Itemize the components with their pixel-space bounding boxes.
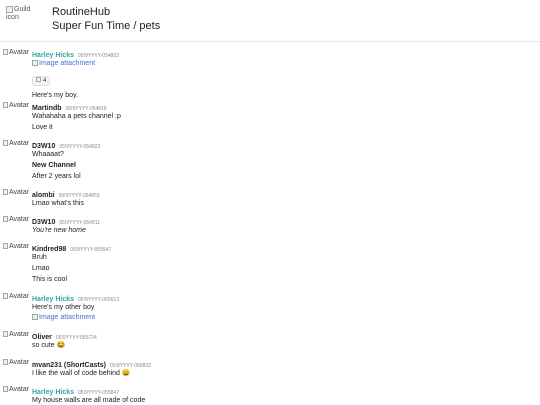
- message-text: My house walls are all made of code: [32, 397, 146, 404]
- broken-image-icon: [3, 359, 8, 365]
- avatar[interactable]: Avatar: [3, 189, 29, 197]
- message-text: Bruh: [32, 254, 47, 261]
- message-body: D3W10 05!9YYYY-054823 Whaaaat? New Channe…: [32, 139, 532, 182]
- avatar[interactable]: Avatar: [3, 331, 29, 339]
- broken-image-icon: [3, 49, 8, 55]
- broken-image-icon: [3, 386, 8, 392]
- message-text: Whaaaat?: [32, 151, 64, 158]
- author-name[interactable]: Harley Hicks: [32, 52, 74, 59]
- message-text: Here's my boy.: [32, 92, 78, 99]
- message-meta: alombi 05!9YYYY-054853: [32, 188, 532, 199]
- image-attachment[interactable]: Image attachment: [32, 59, 532, 69]
- message-meta: Martindb 05!9YYYY-054819: [32, 101, 532, 112]
- message-text: After 2 years lol: [32, 173, 81, 180]
- message-body: Oliver 05!9YYYY-055724 so cute 😂: [32, 330, 532, 351]
- message-meta: Harley Hicks 05!9YYYY-055613: [32, 292, 532, 303]
- broken-image-icon: [32, 60, 38, 66]
- message-timestamp: 05!9YYYY-055547: [70, 247, 112, 253]
- message-body: Martindb 05!9YYYY-054819 Wahahaha a pets …: [32, 101, 532, 133]
- broken-image-icon: [3, 331, 8, 337]
- broken-image-icon: [32, 314, 38, 320]
- tears-of-joy-emoji: 😂: [56, 342, 66, 349]
- message-body: Harley Hicks 05!9YYYY-055847 My house wal…: [32, 385, 532, 405]
- message-text: You're new home: [32, 227, 86, 234]
- message-text: Wahahaha a pets channel :p: [32, 113, 121, 120]
- message-meta: mvan231 (ShortCasts) 05!9YYYY-055822: [32, 358, 532, 369]
- reaction-count: 4: [43, 78, 47, 84]
- reaction-badge[interactable]: 4: [32, 76, 51, 86]
- message-text: This is cool: [32, 276, 68, 283]
- message-text: I like the wall of code behind 😄: [32, 370, 131, 377]
- message-body: Harley Hicks 05!9YYYY-054803 Image attach…: [32, 48, 532, 101]
- avatar[interactable]: Avatar: [3, 359, 29, 367]
- broken-image-icon: [3, 189, 8, 195]
- avatar[interactable]: Avatar: [3, 243, 29, 251]
- broken-image-icon: [3, 140, 8, 146]
- message-body: D3W10 05!9YYYY-054911 You're new home: [32, 215, 532, 236]
- message-meta: Kindred98 05!9YYYY-055547: [32, 242, 532, 253]
- avatar[interactable]: Avatar: [3, 386, 29, 394]
- message-meta: D3W10 05!9YYYY-054911: [32, 215, 532, 226]
- guild-icon[interactable]: Guild icon: [6, 6, 42, 34]
- channel-path: Super Fun Time / pets: [52, 20, 161, 32]
- avatar[interactable]: Avatar: [3, 102, 29, 110]
- message-meta: Harley Hicks 05!9YYYY-055847: [32, 385, 532, 396]
- message-body: alombi 05!9YYYY-054853 Lmao what's this: [32, 188, 532, 209]
- message-text: Lmao: [32, 265, 50, 272]
- message-meta: D3W10 05!9YYYY-054823: [32, 139, 532, 150]
- message-body: Kindred98 05!9YYYY-055547 Bruh Lmao This …: [32, 242, 532, 285]
- message-text: Here's my other boy: [32, 304, 95, 311]
- broken-image-icon: [3, 216, 8, 222]
- guild-name: RoutineHub: [52, 6, 111, 18]
- avatar[interactable]: Avatar: [3, 216, 29, 224]
- avatar[interactable]: Avatar: [3, 293, 29, 301]
- message-meta: Oliver 05!9YYYY-055724: [32, 330, 532, 341]
- message-text: Lmao what's this: [32, 200, 84, 207]
- broken-image-icon: [6, 6, 13, 13]
- message-body: mvan231 (ShortCasts) 05!9YYYY-055822 I li…: [32, 358, 532, 379]
- broken-image-icon: [3, 243, 8, 249]
- image-attachment[interactable]: Image attachment: [32, 313, 532, 323]
- message-body: Harley Hicks 05!9YYYY-055613 Here's my ot…: [32, 292, 532, 323]
- message-text: New Channel: [32, 162, 76, 169]
- channel-header: Guild icon RoutineHub Super Fun Time / p…: [0, 0, 540, 42]
- message-text: so cute 😂: [32, 342, 66, 349]
- avatar[interactable]: Avatar: [3, 140, 29, 148]
- broken-image-icon: [3, 102, 8, 108]
- grinning-face-emoji: 😄: [121, 370, 131, 377]
- broken-image-icon: [3, 293, 8, 299]
- message-meta: Harley Hicks 05!9YYYY-054803: [32, 48, 532, 59]
- message-text: Love it: [32, 124, 53, 131]
- message-timestamp: 05!9YYYY-054823: [59, 144, 101, 150]
- image-icon: [36, 77, 41, 82]
- avatar[interactable]: Avatar: [3, 49, 29, 57]
